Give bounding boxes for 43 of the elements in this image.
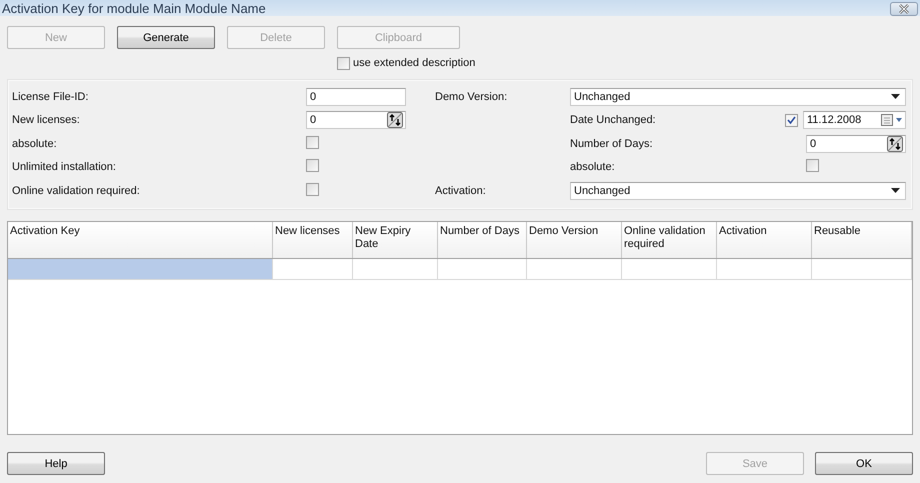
column-header[interactable]: Number of Days <box>438 222 527 258</box>
dropdown-arrow-icon <box>891 94 900 100</box>
close-button[interactable] <box>890 2 918 16</box>
field-label: absolute: <box>570 161 616 174</box>
field-label: New licenses: <box>11 114 81 126</box>
checkbox[interactable] <box>306 136 319 149</box>
checkbox[interactable] <box>337 56 350 70</box>
checkbox-label: use extended description <box>353 57 476 69</box>
window-title: Activation Key for module Main Module Name <box>2 0 266 16</box>
column-header[interactable]: Online validation required <box>622 222 717 258</box>
dialog-button[interactable]: OK <box>815 452 913 475</box>
spin-field[interactable]: 0 <box>306 111 406 130</box>
dropdown[interactable]: Unchanged <box>570 88 906 106</box>
column-header[interactable]: Demo Version <box>527 222 622 258</box>
field-label: Online validation required: <box>11 184 141 197</box>
field-label: Number of Days: <box>570 138 654 150</box>
close-icon <box>897 4 911 14</box>
dropdown[interactable]: Unchanged <box>570 182 906 200</box>
checkbox[interactable] <box>806 159 819 172</box>
dialog-button[interactable]: Help <box>7 452 105 475</box>
field-label: Activation: <box>435 184 487 197</box>
field-label: Demo Version: <box>435 90 508 103</box>
field-label: Unlimited installation: <box>11 161 117 174</box>
field-label: Date Unchanged: <box>570 114 657 126</box>
column-header[interactable]: Activation Key <box>8 222 273 258</box>
spin-field[interactable]: 0 <box>806 134 906 153</box>
checkbox[interactable] <box>306 182 319 196</box>
table-cell[interactable] <box>8 259 273 279</box>
spinner-icon[interactable] <box>887 136 903 152</box>
checkbox[interactable] <box>785 114 798 127</box>
field-label: absolute: <box>11 138 58 150</box>
column-header[interactable]: New licenses <box>273 222 353 258</box>
calendar-icon[interactable] <box>881 114 903 126</box>
spinner-icon[interactable] <box>387 112 403 128</box>
field-label: License File-ID: <box>11 90 90 103</box>
column-header[interactable]: Activation <box>717 222 812 258</box>
date-field[interactable]: 11.12.2008 <box>803 111 906 130</box>
dropdown-arrow-icon <box>891 188 900 194</box>
column-header[interactable]: New Expiry Date <box>353 222 438 258</box>
checkbox[interactable] <box>306 159 319 172</box>
toolbar-button[interactable]: Generate <box>117 26 215 49</box>
column-header[interactable]: Reusable <box>812 222 912 258</box>
input-field[interactable]: 0 <box>306 88 406 106</box>
